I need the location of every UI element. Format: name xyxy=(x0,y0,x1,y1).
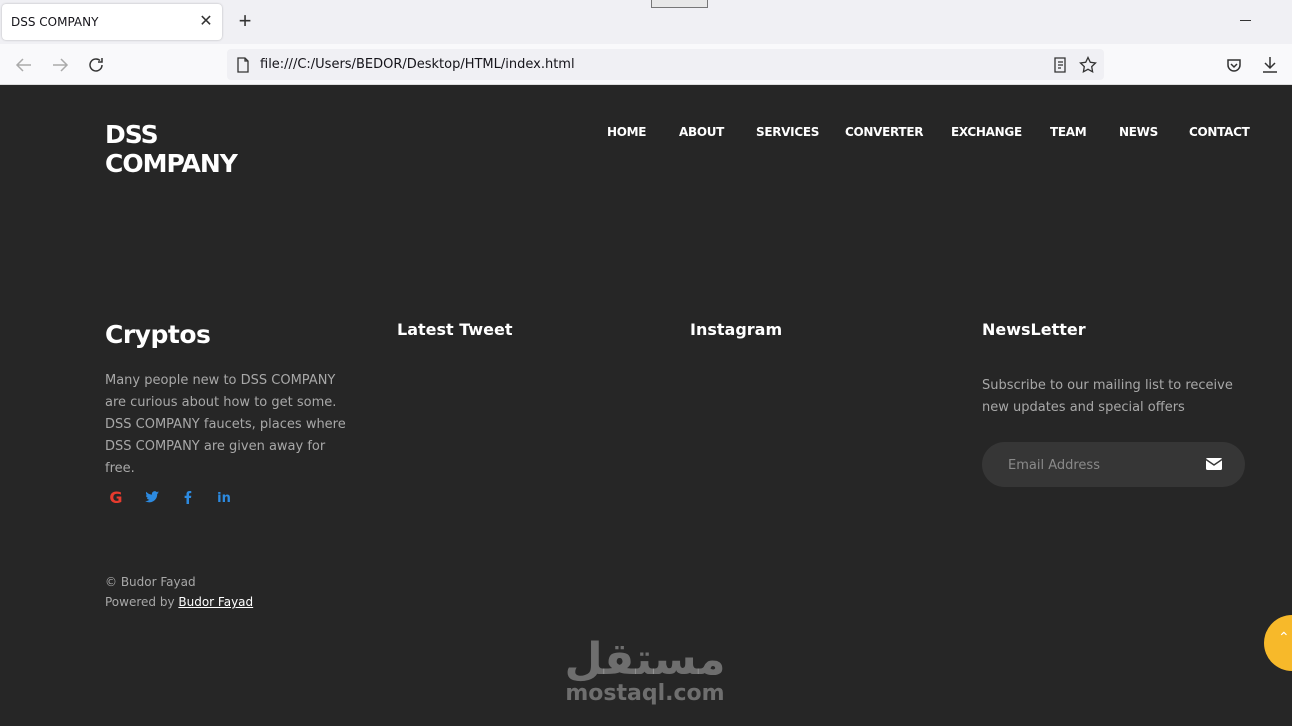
svg-text:in: in xyxy=(217,491,231,506)
pocket-icon[interactable] xyxy=(1222,53,1246,77)
email-input[interactable] xyxy=(1008,456,1188,474)
footer-newsletter-title: NewsLetter xyxy=(982,320,1086,339)
menu-item-about[interactable]: ABOUT xyxy=(679,125,724,139)
google-icon[interactable]: G xyxy=(106,487,126,507)
menu-item-team[interactable]: TEAM xyxy=(1050,125,1087,139)
logo-line-2: COMPANY xyxy=(105,149,238,178)
menu-item-contact[interactable]: CONTACT xyxy=(1189,125,1250,139)
close-icon[interactable]: ✕ xyxy=(198,12,214,32)
menu-item-news[interactable]: NEWS xyxy=(1119,125,1158,139)
linkedin-icon[interactable]: in xyxy=(214,487,234,507)
page-content: DSS COMPANY HOME ABOUT SERVICES CONVERTE… xyxy=(0,85,1292,726)
menu-item-converter[interactable]: CONVERTER xyxy=(845,125,923,139)
footer-about-title: Cryptos xyxy=(105,320,211,349)
browser-tab[interactable]: DSS COMPANY ✕ xyxy=(2,4,222,40)
minimize-icon[interactable] xyxy=(1240,20,1251,21)
copyright-text: © Budor Fayad xyxy=(105,575,196,589)
reload-icon[interactable] xyxy=(84,53,108,77)
window-drag-handle[interactable] xyxy=(651,0,708,8)
newsletter-text: Subscribe to our mailing list to receive… xyxy=(982,378,1233,415)
powered-by-link[interactable]: Budor Fayad xyxy=(178,595,253,609)
svg-text:G: G xyxy=(109,488,122,507)
plus-icon[interactable]: + xyxy=(234,10,256,32)
facebook-icon[interactable] xyxy=(178,487,198,507)
footer-tweets-title: Latest Tweet xyxy=(397,320,513,339)
envelope-icon[interactable] xyxy=(1203,453,1225,475)
menu-item-exchange[interactable]: EXCHANGE xyxy=(951,125,1022,139)
scroll-to-top-button[interactable]: ⌃ xyxy=(1264,615,1292,671)
footer-instagram-title: Instagram xyxy=(690,320,783,339)
tab-title: DSS COMPANY xyxy=(11,15,99,29)
powered-by: Powered by Budor Fayad xyxy=(105,592,253,612)
powered-prefix: Powered by xyxy=(105,595,179,609)
menu-item-services[interactable]: SERVICES xyxy=(756,125,819,139)
twitter-icon[interactable] xyxy=(142,487,162,507)
newsletter-form xyxy=(982,442,1245,487)
menu-item-home[interactable]: HOME xyxy=(607,125,646,139)
reader-view-icon[interactable] xyxy=(1050,55,1070,75)
back-icon[interactable] xyxy=(12,53,36,77)
site-logo[interactable]: DSS COMPANY xyxy=(105,120,305,178)
footer-about-text: Many people new to DSS COMPANY are curio… xyxy=(105,373,346,476)
watermark-arabic: مستقل xyxy=(564,634,726,685)
url-text[interactable]: file:///C:/Users/BEDOR/Desktop/HTML/inde… xyxy=(260,57,575,72)
browser-navigation-bar: file:///C:/Users/BEDOR/Desktop/HTML/inde… xyxy=(0,44,1292,85)
download-icon[interactable] xyxy=(1258,53,1282,77)
mostaql-watermark: مستقل mostaql.com xyxy=(560,635,730,715)
browser-tab-bar: DSS COMPANY ✕ + xyxy=(0,0,1292,44)
page-icon xyxy=(233,55,253,75)
watermark-latin: mostaql.com xyxy=(565,681,725,706)
chevron-up-icon: ⌃ xyxy=(1278,629,1290,645)
bookmark-star-icon[interactable] xyxy=(1078,55,1098,75)
logo-line-1: DSS xyxy=(105,120,159,149)
forward-icon[interactable] xyxy=(48,53,72,77)
address-bar[interactable]: file:///C:/Users/BEDOR/Desktop/HTML/inde… xyxy=(227,49,1104,80)
